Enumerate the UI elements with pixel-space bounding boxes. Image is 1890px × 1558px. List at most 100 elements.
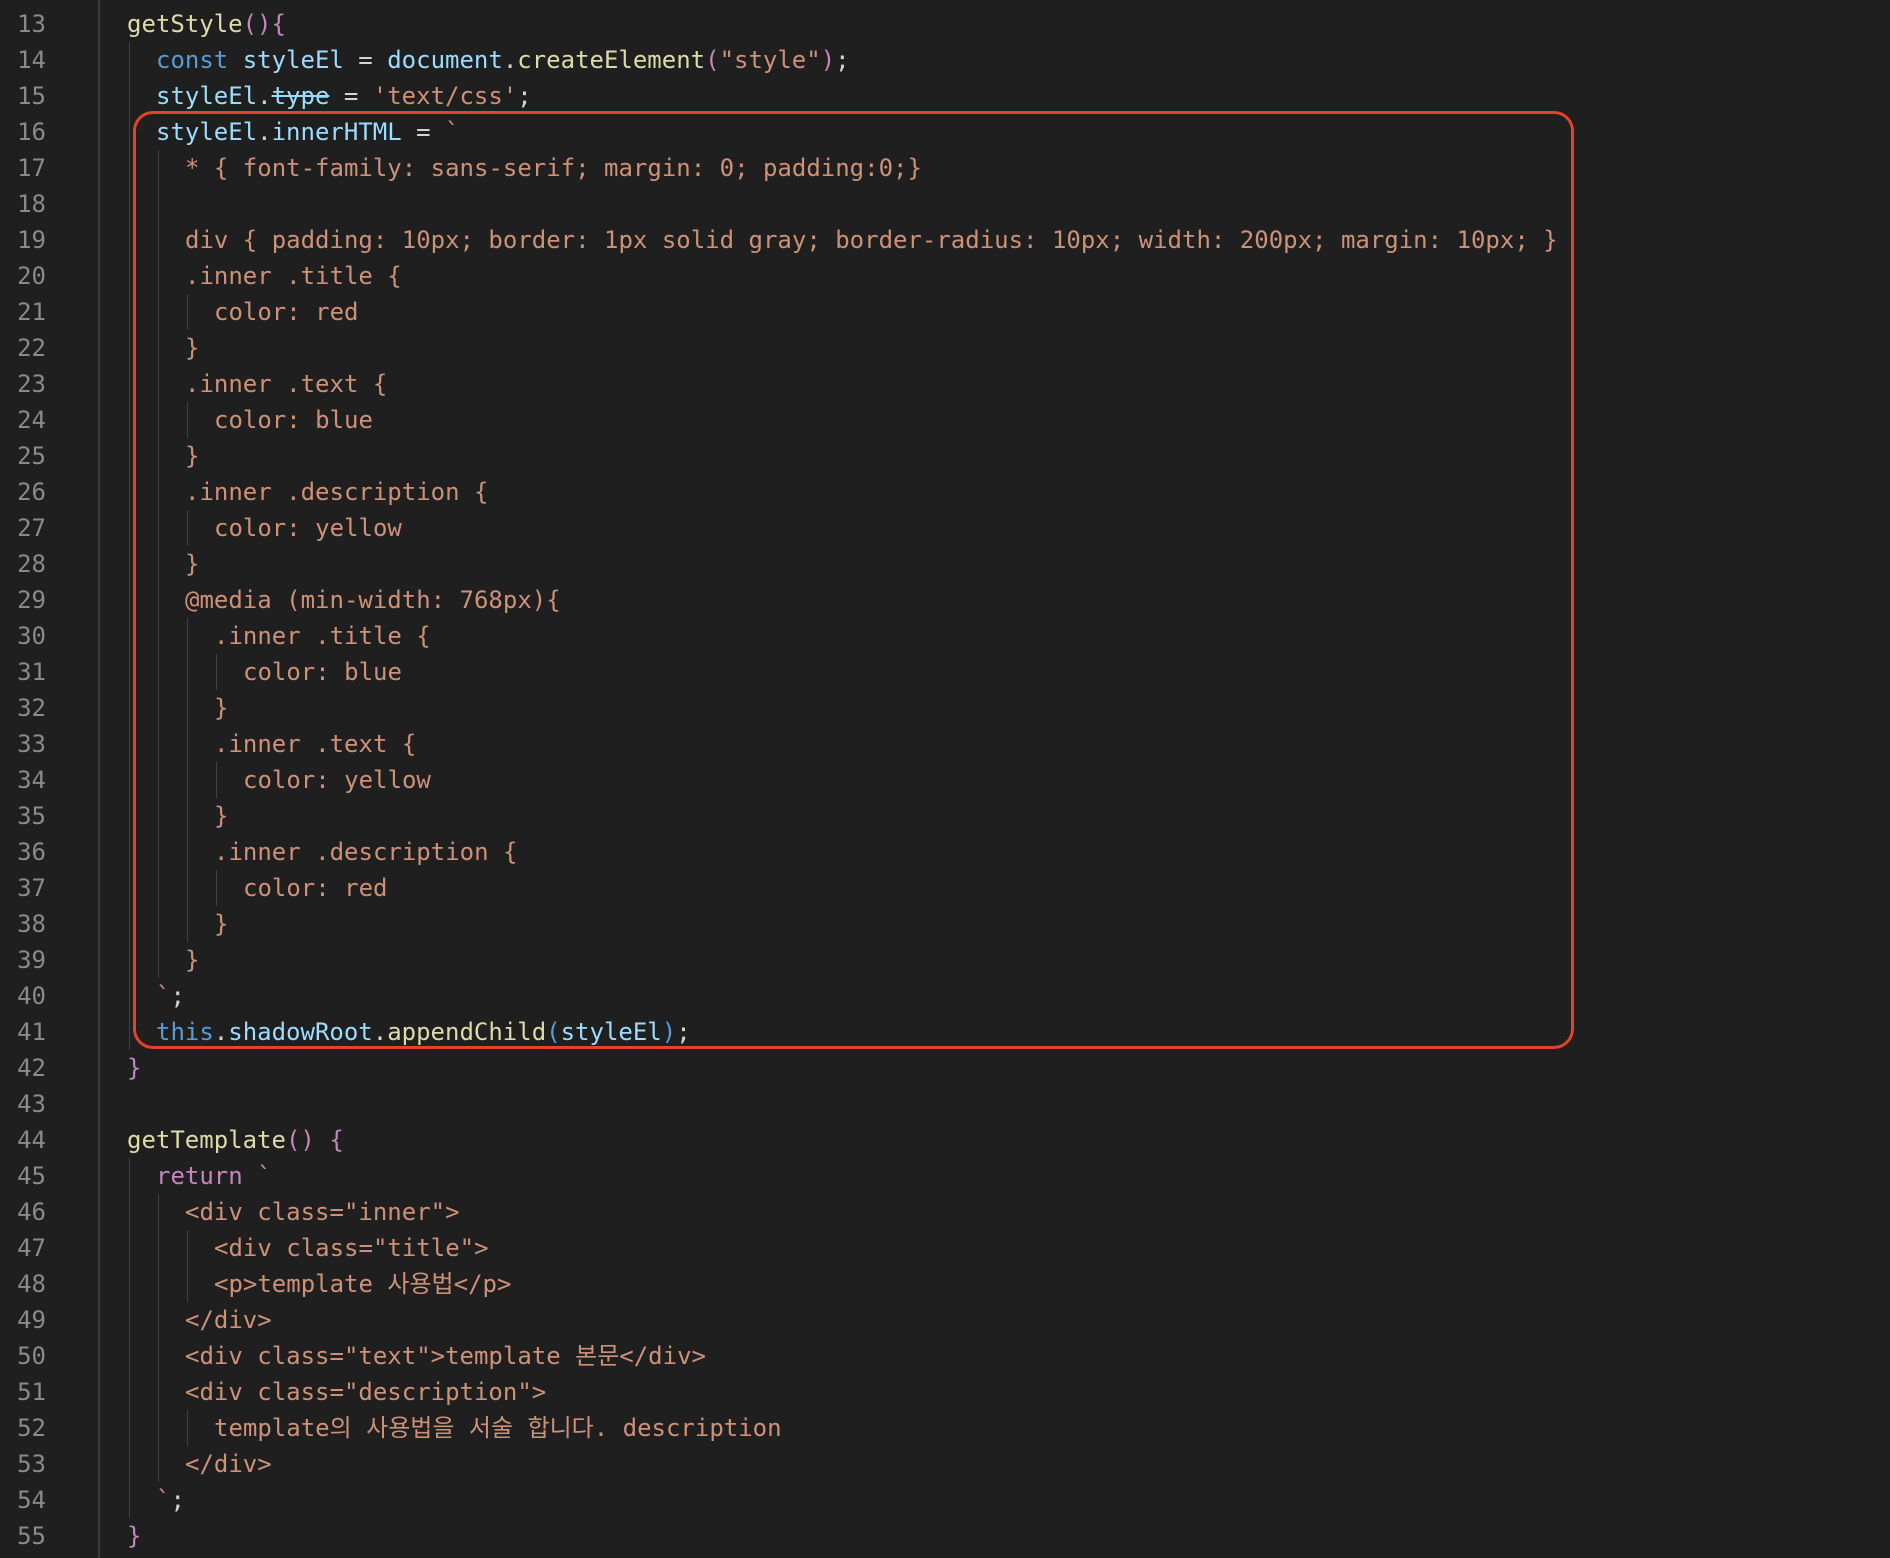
line-number: 31	[17, 658, 46, 686]
line-number: 14	[17, 46, 46, 74]
code-line[interactable]: const styleEl = document.createElement("…	[156, 42, 850, 78]
code-line[interactable]: <div class="title">	[214, 1230, 489, 1266]
line-number: 40	[17, 982, 46, 1010]
indent-guide	[129, 42, 130, 1050]
code-token: const	[156, 46, 243, 74]
code-line[interactable]: template의 사용법을 서술 합니다. description	[214, 1410, 782, 1446]
gutter-divider	[98, 0, 100, 1558]
code-token: )	[820, 46, 836, 74]
code-token: ()	[285, 1126, 330, 1154]
code-token: =	[343, 46, 388, 74]
indent-guide	[158, 1194, 159, 1482]
code-token: type	[271, 82, 330, 110]
indent-guide	[187, 1230, 188, 1302]
line-number: 38	[17, 910, 46, 938]
line-number: 42	[17, 1054, 46, 1082]
code-token: ()	[242, 10, 272, 38]
highlight-annotation-box	[133, 111, 1574, 1049]
line-number: 20	[17, 262, 46, 290]
code-token: ;	[517, 82, 532, 110]
line-number: 50	[17, 1342, 46, 1370]
line-number: 44	[17, 1126, 46, 1154]
line-number: 37	[17, 874, 46, 902]
line-number: 36	[17, 838, 46, 866]
code-line[interactable]: </div>	[185, 1302, 272, 1338]
code-line[interactable]: }	[127, 1518, 141, 1554]
code-token: createElement	[517, 46, 706, 74]
line-number: 22	[17, 334, 46, 362]
line-number: 47	[17, 1234, 46, 1262]
line-number: 26	[17, 478, 46, 506]
line-number: 15	[17, 82, 46, 110]
line-number: 16	[17, 118, 46, 146]
code-token: <div class="title">	[214, 1234, 489, 1262]
code-token: }	[127, 1522, 142, 1550]
code-line[interactable]: </div>	[185, 1446, 272, 1482]
line-number: 18	[17, 190, 46, 218]
code-token: (	[705, 46, 720, 74]
line-number: 35	[17, 802, 46, 830]
code-line[interactable]: }	[127, 1050, 141, 1086]
code-token: document	[387, 46, 503, 74]
code-token: .	[257, 82, 272, 110]
code-token: .	[502, 46, 518, 74]
line-number: 55	[17, 1522, 46, 1550]
code-token: `	[257, 1162, 272, 1190]
line-number: 45	[17, 1162, 46, 1190]
line-number: 32	[17, 694, 46, 722]
code-token: }	[127, 1054, 142, 1082]
code-line[interactable]: getTemplate() {	[127, 1122, 344, 1158]
line-number: 28	[17, 550, 46, 578]
line-number: 54	[17, 1486, 46, 1514]
line-number: 19	[17, 226, 46, 254]
code-token: getTemplate	[127, 1126, 286, 1154]
line-number: 48	[17, 1270, 46, 1298]
line-number: 25	[17, 442, 46, 470]
code-token: ;	[835, 46, 850, 74]
code-line[interactable]: getStyle(){	[127, 6, 286, 42]
code-token: </div>	[185, 1306, 272, 1334]
line-number: 39	[17, 946, 46, 974]
line-number: 33	[17, 730, 46, 758]
code-line[interactable]: <div class="description">	[185, 1374, 546, 1410]
line-number: 17	[17, 154, 46, 182]
indent-guide	[129, 1158, 130, 1518]
line-number: 13	[17, 10, 46, 38]
line-number: 23	[17, 370, 46, 398]
code-token: styleEl	[156, 82, 258, 110]
code-token: <div class="inner">	[185, 1198, 460, 1226]
line-number: 46	[17, 1198, 46, 1226]
line-number: 41	[17, 1018, 46, 1046]
line-number: 21	[17, 298, 46, 326]
code-token: `	[156, 1486, 171, 1514]
line-number: 53	[17, 1450, 46, 1478]
code-line[interactable]: <div class="text">template 본문</div>	[185, 1338, 706, 1374]
line-number: 34	[17, 766, 46, 794]
code-line[interactable]: <div class="inner">	[185, 1194, 460, 1230]
code-token: <div class="text">template 본문</div>	[185, 1342, 706, 1370]
code-token: </div>	[185, 1450, 272, 1478]
line-number: 24	[17, 406, 46, 434]
code-line[interactable]: `;	[156, 1482, 185, 1518]
code-line[interactable]: <p>template 사용법</p>	[214, 1266, 511, 1302]
line-number: 49	[17, 1306, 46, 1334]
code-token: {	[271, 10, 286, 38]
code-token: "style"	[719, 46, 821, 74]
code-line[interactable]: return `	[156, 1158, 272, 1194]
code-token: =	[329, 82, 373, 110]
code-token: getStyle	[127, 10, 243, 38]
code-token: return	[156, 1162, 258, 1190]
code-token: {	[329, 1126, 344, 1154]
line-number: 52	[17, 1414, 46, 1442]
line-number: 27	[17, 514, 46, 542]
code-editor[interactable]: 13 14 15 16 17 18 19 20 21 22 23 24 25 26 27 28 29 30 31 32…	[0, 0, 1890, 1558]
line-number-gutter: 13 14 15 16 17 18 19 20 21 22 23 24 25 26 27 28 29 30 31 32…	[0, 0, 98, 1558]
code-line[interactable]: styleEl.type = 'text/css';	[156, 78, 532, 114]
code-token: ;	[170, 1486, 185, 1514]
code-token: <div class="description">	[185, 1378, 547, 1406]
line-number: 43	[17, 1090, 46, 1118]
code-token: <p>template 사용법</p>	[214, 1270, 512, 1298]
code-token: template의 사용법을 서술 합니다. description	[214, 1414, 782, 1442]
line-number: 29	[17, 586, 46, 614]
line-number: 30	[17, 622, 46, 650]
